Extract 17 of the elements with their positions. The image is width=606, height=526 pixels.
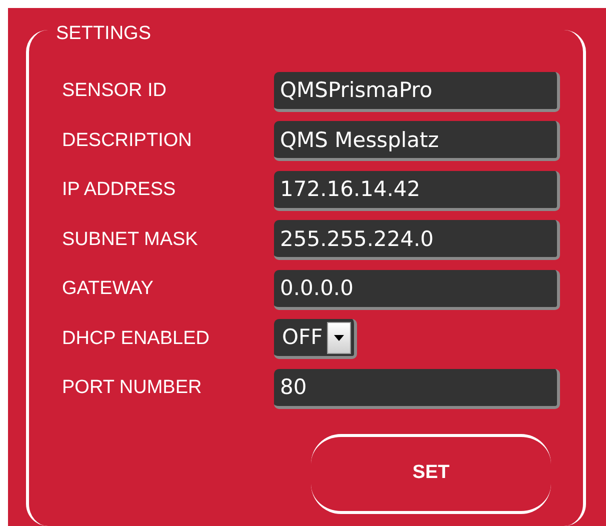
text-field[interactable]: 172.16.14.42	[274, 170, 560, 210]
text-field[interactable]: 80	[274, 368, 560, 408]
text-field[interactable]: QMSPrismaPro	[274, 72, 560, 112]
set-button[interactable]: SET	[311, 434, 551, 514]
text-field[interactable]: 255.255.224.0	[274, 220, 560, 260]
section-title: SETTINGS	[56, 23, 152, 44]
field-label: IP ADDRESS	[62, 178, 177, 202]
caret-icon	[326, 322, 351, 354]
field-label: SENSOR ID	[62, 79, 168, 104]
field-label: PORT NUMBER	[62, 376, 203, 400]
field-label: DHCP ENABLED	[62, 326, 210, 351]
text-field[interactable]: QMS Messplatz	[274, 121, 560, 161]
text-field[interactable]: 0.0.0.0	[274, 270, 560, 310]
dhcp-dropdown[interactable]: OFF	[274, 319, 357, 359]
field-label: SUBNET MASK	[62, 228, 199, 252]
field-label: DESCRIPTION	[62, 128, 193, 153]
field-label: GATEWAY	[62, 277, 154, 302]
